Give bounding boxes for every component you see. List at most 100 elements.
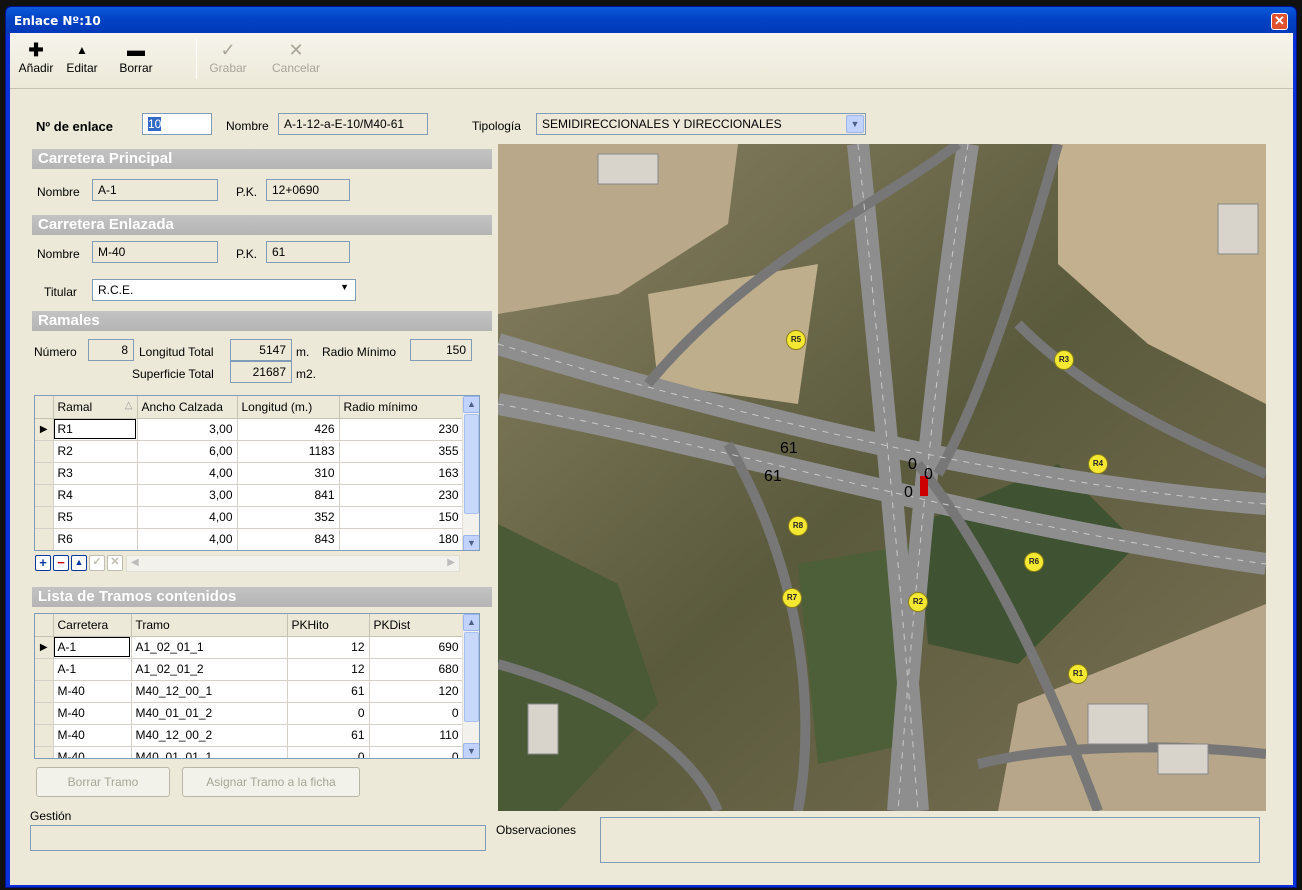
table-row[interactable]: M-40 M40_12_00_2 61 110: [35, 724, 464, 747]
cell-longitud[interactable]: 352: [237, 506, 340, 529]
cell-carretera[interactable]: A-1: [53, 658, 132, 681]
cell-ramal[interactable]: R2: [53, 440, 138, 463]
cell-longitud[interactable]: 426: [237, 418, 340, 441]
ramal-marker-r6[interactable]: R6: [1024, 552, 1044, 572]
aerial-map[interactable]: R1 R2 R3 R4 R5 R6 R7 R8 61 61 0 0 0: [498, 144, 1266, 811]
cell-radio[interactable]: 230: [339, 418, 464, 441]
column-header-pkdist[interactable]: PKDist: [369, 614, 464, 637]
cell-pkdist[interactable]: 0: [369, 702, 464, 725]
ramal-marker-r3[interactable]: R3: [1054, 350, 1074, 370]
table-row[interactable]: M-40 M40_12_00_1 61 120: [35, 680, 464, 703]
triangle-up-icon[interactable]: ▲: [71, 555, 87, 571]
table-row[interactable]: R2 6,00 1183 355: [35, 440, 464, 463]
cell-ancho[interactable]: 4,00: [137, 506, 238, 529]
cell-radio[interactable]: 180: [339, 528, 464, 550]
column-header-radio[interactable]: Radio mínimo: [339, 396, 464, 419]
table-row[interactable]: A-1 A1_02_01_2 12 680: [35, 658, 464, 681]
table-row[interactable]: M-40 M40_01_01_1 0 0: [35, 746, 464, 758]
table-row[interactable]: R5 4,00 352 150: [35, 506, 464, 529]
ramales-horizontal-scrollbar[interactable]: ◀ ▶: [126, 555, 460, 572]
cell-pkdist[interactable]: 690: [369, 636, 464, 659]
longitud-field[interactable]: 5147: [230, 339, 292, 361]
table-row[interactable]: ▶ R1 3,00 426 230: [35, 418, 464, 441]
ramal-marker-r2[interactable]: R2: [908, 592, 928, 612]
ramal-marker-r8[interactable]: R8: [788, 516, 808, 536]
borrar-tramo-button[interactable]: Borrar Tramo: [36, 767, 170, 797]
cell-ramal[interactable]: R5: [53, 506, 138, 529]
ramal-marker-r1[interactable]: R1: [1068, 664, 1088, 684]
cancel-button[interactable]: ✕ Cancelar: [268, 39, 324, 85]
table-row[interactable]: R3 4,00 310 163: [35, 462, 464, 485]
cell-radio[interactable]: 150: [339, 506, 464, 529]
cell-ramal[interactable]: R4: [53, 484, 138, 507]
edit-button[interactable]: ▲ Editar: [62, 39, 102, 85]
cell-longitud[interactable]: 1183: [237, 440, 340, 463]
ramal-marker-r4[interactable]: R4: [1088, 454, 1108, 474]
table-row[interactable]: R6 4,00 843 180: [35, 528, 464, 550]
cell-pkdist[interactable]: 110: [369, 724, 464, 747]
cell-longitud[interactable]: 310: [237, 462, 340, 485]
cell-pkdist[interactable]: 680: [369, 658, 464, 681]
title-bar[interactable]: Enlace Nº:10 ✕: [6, 7, 1296, 35]
enlazada-pk-field[interactable]: 61: [266, 241, 350, 263]
cell-carretera[interactable]: M-40: [53, 702, 132, 725]
cell-tramo[interactable]: M40_12_00_1: [131, 680, 288, 703]
cell-pkhito[interactable]: 61: [287, 680, 370, 703]
cell-ancho[interactable]: 6,00: [137, 440, 238, 463]
principal-nombre-field[interactable]: A-1: [92, 179, 218, 201]
column-header-carretera[interactable]: Carretera: [53, 614, 132, 637]
chevron-left-icon[interactable]: ◀: [131, 557, 139, 568]
scroll-down-icon[interactable]: ▼: [463, 743, 479, 758]
column-header-pkhito[interactable]: PKHito: [287, 614, 370, 637]
cell-longitud[interactable]: 843: [237, 528, 340, 550]
numero-field[interactable]: 8: [88, 339, 134, 361]
x-icon[interactable]: ✕: [107, 555, 123, 571]
scroll-down-icon[interactable]: ▼: [463, 535, 479, 550]
cell-ancho[interactable]: 3,00: [137, 484, 238, 507]
close-button[interactable]: ✕: [1271, 13, 1288, 30]
save-button[interactable]: ✓ Grabar: [206, 39, 250, 85]
table-row[interactable]: M-40 M40_01_01_2 0 0: [35, 702, 464, 725]
cell-pkhito[interactable]: 12: [287, 636, 370, 659]
nombre-field[interactable]: A-1-12-a-E-10/M40-61: [278, 113, 428, 135]
cell-pkhito[interactable]: 0: [287, 702, 370, 725]
chevron-right-icon[interactable]: ▶: [447, 557, 455, 568]
cell-pkhito[interactable]: 12: [287, 658, 370, 681]
cell-ramal[interactable]: R3: [53, 462, 138, 485]
chevron-down-icon[interactable]: ▼: [340, 282, 349, 292]
plus-icon[interactable]: +: [35, 555, 51, 571]
titular-select[interactable]: R.C.E. ▼: [92, 279, 356, 301]
check-icon[interactable]: ✓: [89, 555, 105, 571]
cell-tramo[interactable]: A1_02_01_2: [131, 658, 288, 681]
scroll-up-icon[interactable]: ▲: [463, 396, 479, 413]
cell-carretera[interactable]: A-1: [53, 636, 132, 659]
table-row[interactable]: ▶ A-1 A1_02_01_1 12 690: [35, 636, 464, 659]
cell-carretera[interactable]: M-40: [53, 680, 132, 703]
cell-carretera[interactable]: M-40: [53, 746, 132, 758]
cell-tramo[interactable]: M40_01_01_2: [131, 702, 288, 725]
cell-pkhito[interactable]: 61: [287, 724, 370, 747]
cell-radio[interactable]: 230: [339, 484, 464, 507]
cell-ancho[interactable]: 3,00: [137, 418, 238, 441]
cell-pkdist[interactable]: 120: [369, 680, 464, 703]
column-header-longitud[interactable]: Longitud (m.): [237, 396, 340, 419]
column-header-ramal[interactable]: Ramal △: [53, 396, 138, 419]
add-button[interactable]: ✚ Añadir: [16, 39, 56, 85]
cell-ancho[interactable]: 4,00: [137, 528, 238, 550]
gestion-field[interactable]: [30, 825, 486, 851]
ramal-marker-r5[interactable]: R5: [786, 330, 806, 350]
minus-icon[interactable]: −: [53, 555, 69, 571]
chevron-down-icon[interactable]: ▼: [846, 115, 864, 133]
asignar-tramo-button[interactable]: Asignar Tramo a la ficha: [182, 767, 360, 797]
cell-ramal[interactable]: R1: [53, 418, 138, 441]
column-header-ancho[interactable]: Ancho Calzada: [137, 396, 238, 419]
tipologia-select[interactable]: SEMIDIRECCIONALES Y DIRECCIONALES ▼: [536, 113, 866, 135]
enlazada-nombre-field[interactable]: M-40: [92, 241, 218, 263]
cell-longitud[interactable]: 841: [237, 484, 340, 507]
cell-pkhito[interactable]: 0: [287, 746, 370, 758]
scroll-up-icon[interactable]: ▲: [463, 614, 479, 631]
cell-radio[interactable]: 163: [339, 462, 464, 485]
ramales-vertical-scrollbar[interactable]: ▲ ▼: [462, 396, 479, 550]
radio-field[interactable]: 150: [410, 339, 472, 361]
superficie-field[interactable]: 21687: [230, 361, 292, 383]
